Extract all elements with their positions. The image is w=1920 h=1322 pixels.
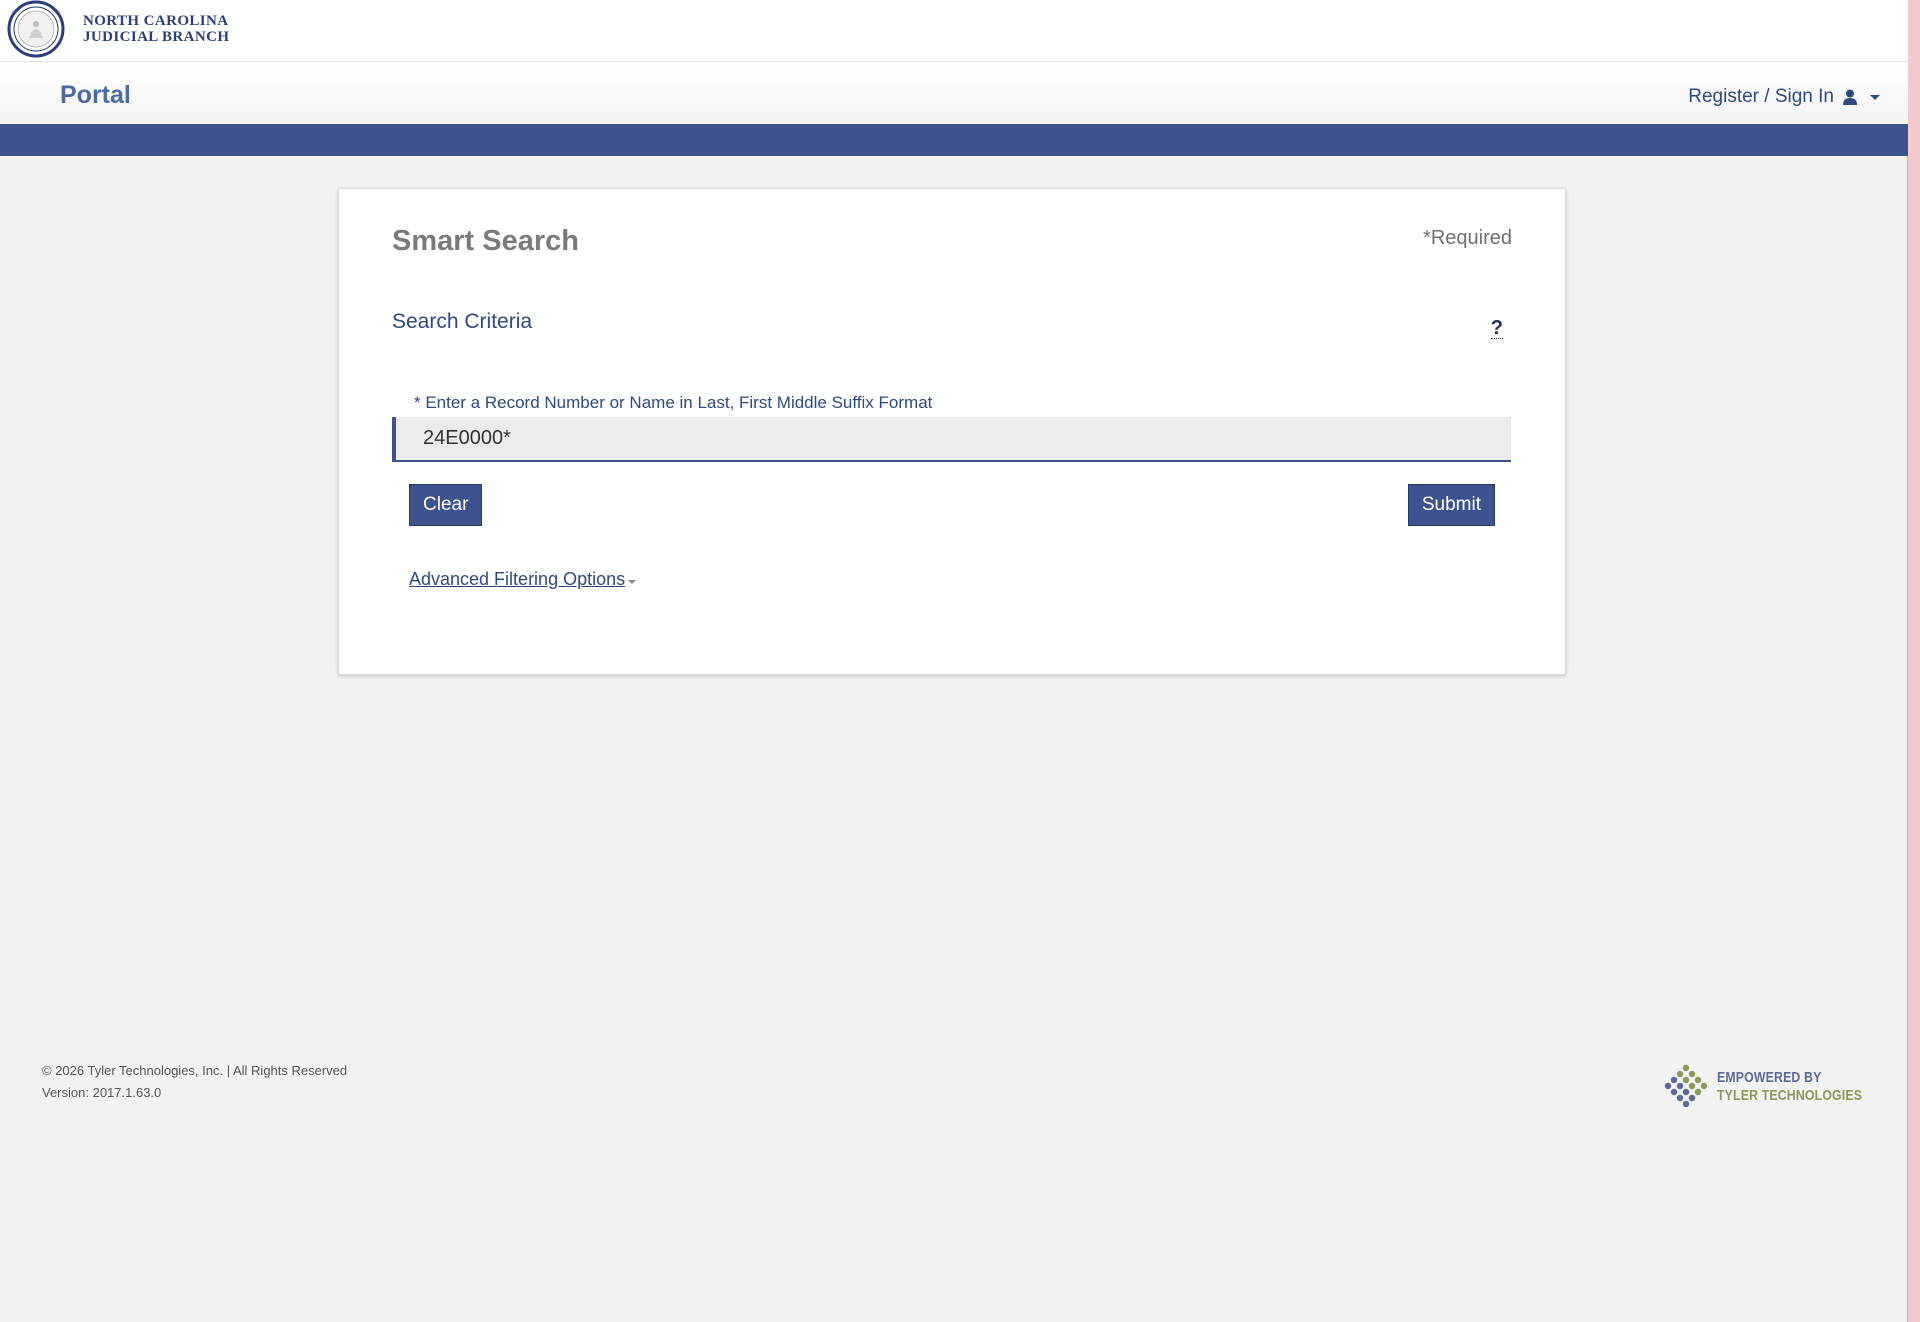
user-icon [1843,89,1857,105]
submit-button[interactable]: Submit [1407,484,1495,526]
brand-name: NORTH CAROLINA JUDICIAL BRANCH [83,13,229,45]
brand-line-2: JUDICIAL BRANCH [83,29,230,45]
required-note: *Required [1423,227,1512,249]
search-criteria-heading: Search Criteria [392,310,533,333]
tyler-line-1: EMPOWERED BY [1717,1069,1822,1086]
tyler-line-2: TYLER TECHNOLOGIES [1717,1087,1863,1104]
header-accent-band [0,124,1908,156]
scrollbar[interactable] [1907,0,1920,1322]
help-icon[interactable]: ? [1490,318,1503,339]
tyler-logo-text: EMPOWERED BY TYLER TECHNOLOGIES [1717,1069,1862,1105]
nc-judicial-seal-icon [7,0,65,58]
version-text: Version: 2017.1.63.0 [42,1085,162,1100]
search-field-label: * Enter a Record Number or Name in Last,… [414,393,933,412]
page-title: Smart Search [392,225,579,257]
caret-down-icon [628,579,637,584]
search-input[interactable] [392,417,1511,462]
brand-line-1: NORTH CAROLINA [83,13,229,29]
signin-label: Register / Sign In [1688,86,1834,107]
top-navbar: Portal Register / Sign In [0,62,1908,124]
advanced-filtering-toggle[interactable]: Advanced Filtering Options [409,569,637,590]
tyler-logo: EMPOWERED BY TYLER TECHNOLOGIES [1663,1064,1894,1110]
tyler-dots-logo-icon [1664,1064,1708,1108]
footer-copyright: © 2026 Tyler Technologies, Inc. | All Ri… [42,1060,347,1104]
advanced-filtering-label: Advanced Filtering Options [409,569,626,589]
register-signin-menu[interactable]: Register / Sign In [1688,86,1880,108]
smart-search-panel: Smart Search *Required Search Criteria ?… [338,188,1566,675]
chevron-down-icon [1870,94,1880,100]
brand-header: NORTH CAROLINA JUDICIAL BRANCH [0,0,1908,62]
portal-home-link[interactable]: Portal [60,81,131,110]
copyright-text: © 2026 Tyler Technologies, Inc. | All Ri… [42,1063,348,1078]
clear-button[interactable]: Clear [409,484,483,526]
